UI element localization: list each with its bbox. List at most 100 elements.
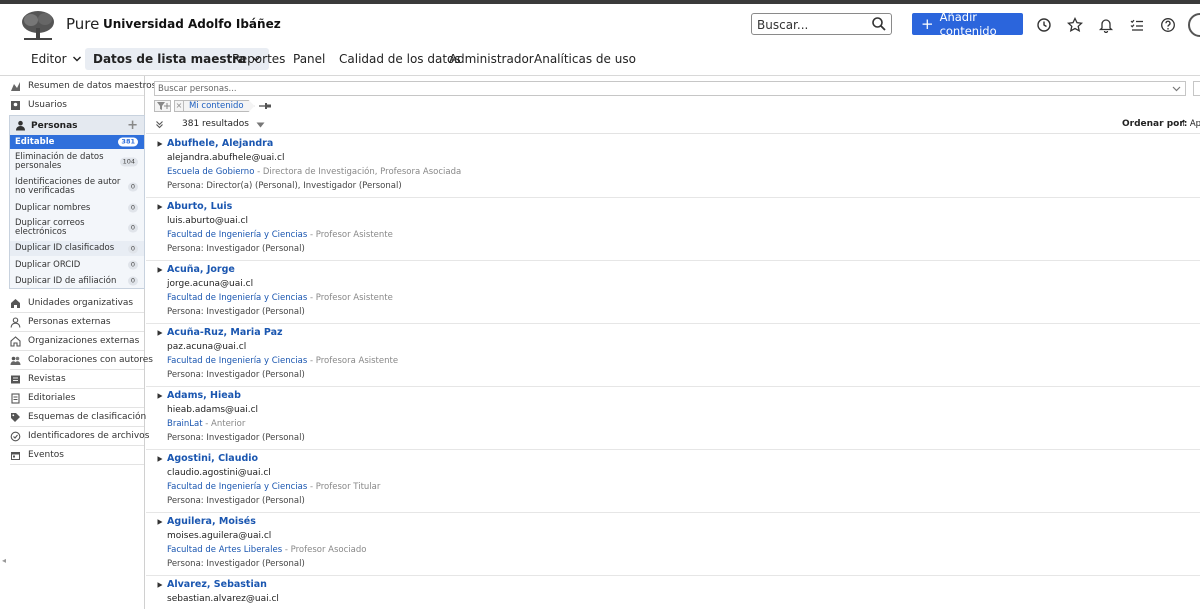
person-row[interactable]: Adams, Hieab hieab.adams@uai.cl BrainLat -… [146, 387, 1200, 450]
sub-item-label: Eliminación de datos personales [15, 152, 104, 171]
sidebar-item-journals[interactable]: Revistas [10, 370, 144, 388]
person-name[interactable]: Aguilera, Moisés [167, 516, 256, 527]
results-count: 381 resultados [182, 119, 249, 129]
person-row[interactable]: Acuña-Ruz, Maria Paz paz.acuna@uai.cl Facu… [146, 324, 1200, 387]
add-person-icon[interactable]: + [127, 118, 138, 133]
personas-duplicate-classified-ids[interactable]: Duplicar ID clasificados 0 [10, 241, 144, 256]
app-name: Pure [66, 15, 100, 33]
person-icon [16, 120, 25, 131]
sidebar-item-master-data-summary[interactable]: Resumen de datos maestros [10, 77, 156, 95]
collapse-sidebar-icon[interactable]: ◂ [2, 556, 6, 565]
person-name[interactable]: Abufhele, Alejandra [167, 138, 273, 149]
nav-reports[interactable]: Reportes [224, 48, 293, 70]
unit-link[interactable]: BrainLat [167, 419, 203, 429]
person-row[interactable]: Acuña, Jorge jorge.acuna@uai.cl Facultad d… [146, 261, 1200, 324]
person-email: hieab.adams@uai.cl [167, 405, 259, 415]
sub-item-label: Duplicar correos electrónicos [15, 218, 85, 237]
sidebar-item-events[interactable]: Eventos [10, 446, 144, 464]
unit-link[interactable]: Facultad de Ingeniería y Ciencias [167, 230, 307, 240]
dropdown-icon[interactable] [1172, 84, 1181, 93]
person-position: - Profesora Asistente [307, 356, 399, 366]
expand-all-icon[interactable] [155, 120, 164, 129]
nav-panel[interactable]: Panel [285, 48, 333, 70]
expand-row-icon[interactable] [157, 141, 163, 147]
person-role: Persona: Investigador (Personal) [167, 559, 305, 569]
person-email: claudio.agostini@uai.cl [167, 468, 271, 478]
task-list-icon[interactable] [1129, 17, 1145, 33]
unit-link[interactable]: Facultad de Ingeniería y Ciencias [167, 356, 307, 366]
sub-item-label: Duplicar ORCID [15, 259, 81, 270]
unit-link[interactable]: Escuela de Gobierno [167, 167, 254, 177]
expand-row-icon[interactable] [157, 267, 163, 273]
chevron-down-icon [72, 56, 81, 62]
add-filter-icon[interactable] [154, 100, 171, 112]
bell-icon[interactable] [1098, 17, 1114, 34]
history-icon[interactable] [1036, 17, 1052, 33]
sidebar-item-label: Esquemas de clasificación [28, 412, 147, 422]
order-by-select[interactable]: ↑ Ape [1180, 119, 1200, 129]
person-name[interactable]: Acuña, Jorge [167, 264, 235, 275]
personas-duplicate-orcid[interactable]: Duplicar ORCID 0 [10, 258, 144, 272]
sidebar-item-label: Organizaciones externas [28, 336, 140, 346]
unit-link[interactable]: Facultad de Artes Liberales [167, 545, 282, 555]
personas-duplicate-affiliation-ids[interactable]: Duplicar ID de afiliación 0 [10, 274, 144, 288]
global-search-input[interactable] [757, 15, 869, 35]
add-content-button[interactable]: + Añadir contenido [912, 10, 1023, 38]
personas-duplicate-names[interactable]: Duplicar nombres 0 [10, 201, 144, 215]
star-icon[interactable] [1066, 16, 1084, 33]
user-avatar[interactable] [1188, 13, 1200, 37]
sidebar-item-org-units[interactable]: Unidades organizativas [10, 294, 144, 312]
person-name[interactable]: Agostini, Claudio [167, 453, 258, 464]
expand-row-icon[interactable] [157, 519, 163, 525]
expand-row-icon[interactable] [157, 456, 163, 462]
sidebar-item-publishers[interactable]: Editoriales [10, 389, 144, 407]
sidebar-item-external-persons[interactable]: Personas externas [10, 313, 144, 331]
search-icon[interactable] [871, 16, 887, 32]
pin-icon[interactable] [258, 101, 272, 111]
filter-side-button[interactable] [1193, 81, 1200, 96]
nav-editor[interactable]: Editor [23, 48, 90, 70]
person-name[interactable]: Acuña-Ruz, Maria Paz [167, 327, 283, 338]
personas-duplicate-emails[interactable]: Duplicar correos electrónicos 0 [10, 217, 144, 239]
collaboration-icon [10, 356, 21, 365]
sidebar-item-users[interactable]: Usuarios [10, 96, 144, 114]
sidebar-item-personas[interactable]: Personas + [10, 116, 144, 135]
person-name[interactable]: Alvarez, Sebastian [167, 579, 267, 590]
chart-icon [11, 81, 20, 91]
sidebar-item-label: Identificadores de archivos [28, 431, 150, 441]
sidebar-divider [10, 464, 144, 465]
expand-row-icon[interactable] [157, 330, 163, 336]
sub-item-label: Identificaciones de autor no verificadas [15, 177, 121, 196]
person-row[interactable]: Agostini, Claudio claudio.agostini@uai.cl… [146, 450, 1200, 513]
tree-logo-icon[interactable] [20, 10, 56, 42]
remove-filter-icon[interactable]: × [174, 100, 184, 112]
sidebar-item-label: Personas [31, 120, 78, 131]
person-name[interactable]: Aburto, Luis [167, 201, 232, 212]
expand-row-icon[interactable] [157, 582, 163, 588]
results-dropdown-icon[interactable] [256, 122, 265, 128]
sidebar-item-classification-schemes[interactable]: Esquemas de clasificación [10, 408, 147, 426]
expand-row-icon[interactable] [157, 393, 163, 399]
global-search [751, 13, 892, 35]
person-row[interactable]: Abufhele, Alejandra alejandra.abufhele@ua… [146, 135, 1200, 198]
unit-link[interactable]: Facultad de Ingeniería y Ciencias [167, 293, 307, 303]
person-search-input[interactable] [158, 83, 1148, 94]
personas-editable[interactable]: Editable 381 [10, 135, 144, 149]
person-row[interactable]: Alvarez, Sebastian sebastian.alvarez@uai.… [146, 576, 1200, 609]
personas-unverified-author-ids[interactable]: Identificaciones de autor no verificadas… [10, 176, 144, 198]
unit-link[interactable]: Facultad de Ingeniería y Ciencias [167, 482, 307, 492]
tag-icon [11, 412, 20, 422]
nav-usage-analytics[interactable]: Analíticas de uso [526, 48, 644, 70]
sidebar-item-author-collaborations[interactable]: Colaboraciones con autores [10, 351, 153, 369]
expand-row-icon[interactable] [157, 204, 163, 210]
person-email: sebastian.alvarez@uai.cl [167, 594, 279, 604]
person-email: moises.aguilera@uai.cl [167, 531, 272, 541]
person-row[interactable]: Aguilera, Moisés moises.aguilera@uai.cl Fa… [146, 513, 1200, 576]
person-row[interactable]: Aburto, Luis luis.aburto@uai.cl Facultad d… [146, 198, 1200, 261]
person-name[interactable]: Adams, Hieab [167, 390, 241, 401]
sidebar-item-file-identifiers[interactable]: Identificadores de archivos [10, 427, 149, 445]
sidebar-item-external-orgs[interactable]: Organizaciones externas [10, 332, 144, 350]
help-icon[interactable] [1160, 17, 1176, 33]
my-content-filter-chip[interactable]: Mi contenido [184, 100, 255, 112]
personas-data-deletion[interactable]: Eliminación de datos personales 104 [10, 151, 144, 173]
